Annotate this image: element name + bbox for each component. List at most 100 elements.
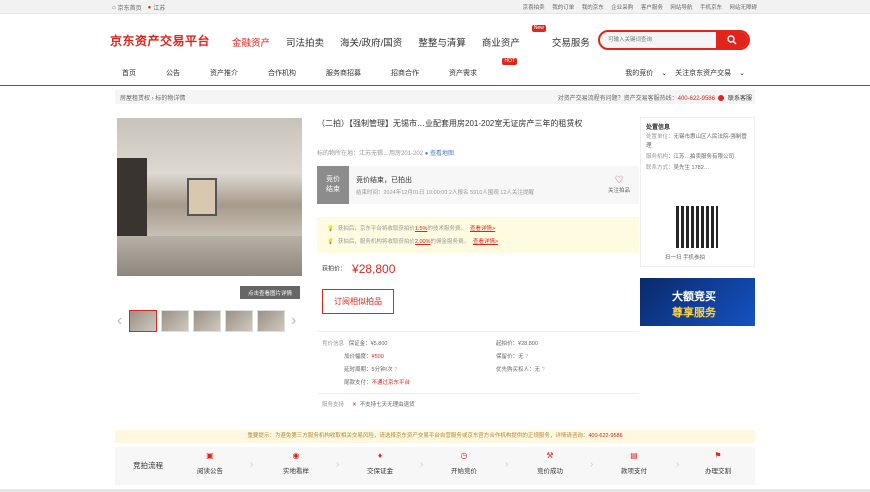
location-icon: ● <box>147 4 152 11</box>
nav-judicial[interactable]: 司法拍卖 <box>286 35 324 49</box>
sub-nav-right: 我的竞价 ⌄ 关注京东资产交易 ⌄ <box>617 68 745 78</box>
notice-text: 重要提示：为避免第三方服务机构收取相关交易风险，请选择京东资产交易平台自营服务或… <box>247 433 589 439</box>
sub-nav: 首页 公告 资产推介 合作机构 服务商招募 招商合作 资产需求 HOT <box>122 58 537 78</box>
flow-step-success: ⚒ 竞价成功 <box>520 451 580 475</box>
tip-detail-link[interactable]: 查看详情> <box>473 239 498 245</box>
qr-caption: 扫一扫 手机参拍 <box>665 255 706 261</box>
price-value: ¥28,800 <box>352 262 396 276</box>
nav-restructure[interactable]: 整整与清算 <box>418 35 466 49</box>
step-label: 开始竞价 <box>451 468 477 475</box>
deposit-value: ¥5,800 <box>370 341 388 347</box>
thumbnail[interactable] <box>193 310 221 332</box>
chevron-right-icon[interactable]: › <box>291 312 303 330</box>
top-link-auction[interactable]: 京喜拍卖 <box>523 5 545 11</box>
breadcrumb-root[interactable]: 房屋租赁权 <box>120 96 150 102</box>
site-logo[interactable]: 京东资产交易平台 <box>110 32 210 49</box>
service-support: 服务支持 ✕ 不支持七天无理由退货 <box>322 400 415 408</box>
home-icon: ⌂ <box>112 4 116 11</box>
reserve-price-value: 无 <box>518 354 524 360</box>
top-link-accessibility[interactable]: 网站无障碍 <box>729 5 757 11</box>
my-bids-link[interactable]: 我的竞价 <box>625 68 653 78</box>
thumbnail[interactable] <box>257 310 285 332</box>
tip-commission-fee: 💡 获拍后，服务机构将收取获拍价2.00%的佣金服务费。 查看详情> <box>327 237 498 245</box>
thumbnail[interactable] <box>225 310 253 332</box>
flow-title: 竞拍流程 <box>133 461 163 470</box>
delay-label: 延时周期： <box>344 367 372 373</box>
help-icon[interactable]: ? <box>394 367 397 373</box>
close-icon: ✕ <box>352 402 357 408</box>
nav-trade-service[interactable]: 交易服务 <box>552 35 590 49</box>
view-map-link[interactable]: 查看地图 <box>430 151 454 157</box>
help-phone: 400-622-9586 <box>677 96 715 102</box>
location-label[interactable]: 江苏 <box>153 3 165 12</box>
top-bar: ⌂ 京东首页 ● 江苏 京喜拍卖 我的订单 我的京东 企业采购 客户服务 网站导… <box>0 0 870 14</box>
thumbnail[interactable] <box>129 310 157 332</box>
subnav-announcement[interactable]: 公告 <box>166 68 180 78</box>
subnav-investment[interactable]: 招商合作 <box>391 68 419 78</box>
chevron-right-icon: › <box>420 459 424 470</box>
reserve-price-label: 保留价： <box>496 354 519 360</box>
subnav-asset-recommend[interactable]: 资产推介 <box>210 68 238 78</box>
status-tag: 竞价结束 <box>317 166 349 204</box>
chevron-right-icon: › <box>505 459 509 470</box>
search-box <box>598 30 750 50</box>
priority-buyer-value: 无 <box>534 367 541 373</box>
vip-service-banner[interactable]: 大额竞买 尊享服务 <box>640 278 755 326</box>
flow-step-read: ▣ 阅读公告 <box>180 451 240 475</box>
nav-customs[interactable]: 海关/政府/国资 <box>340 35 402 49</box>
start-price-label: 起拍价： <box>496 341 519 347</box>
breadcrumb: 房屋租赁权 › 标的物详情 <box>120 93 185 102</box>
photo-window <box>187 178 217 216</box>
top-link-myjd[interactable]: 我的京东 <box>582 5 604 11</box>
final-payment-value: 不通过京东平台 <box>371 380 411 386</box>
tip-text: 获拍后，服务机构将收取获拍价 <box>337 239 415 245</box>
top-link-orders[interactable]: 我的订单 <box>552 5 574 11</box>
top-link-mobile[interactable]: 手机京东 <box>700 5 722 11</box>
contact-service-link[interactable]: 联系客服 <box>728 96 752 102</box>
unit-label: 处置单位： <box>646 134 674 140</box>
top-link-service[interactable]: 客户服务 <box>641 5 663 11</box>
flow-step-payment: ▤ 款项支付 <box>604 451 664 475</box>
flow-step-deposit: ♦ 交保证金 <box>350 451 410 475</box>
subnav-demand[interactable]: 资产需求 HOT <box>449 58 517 78</box>
follow-item-button[interactable]: ♡ 关注拍品 <box>604 176 634 195</box>
chevron-right-icon: › <box>250 459 254 470</box>
fee-tips: 💡 获拍后，京东平台将收取获拍价1.5%的技术服务费。 查看详情> 💡 获拍后，服务机… <box>317 217 639 253</box>
important-notice: 重要提示：为避免第三方服务机构收取相关交易风险，请选择京东资产交易平台自营服务或… <box>115 430 755 443</box>
notice-phone: 400-622-9586 <box>588 433 623 439</box>
notice-icon: ▣ <box>206 451 214 460</box>
subscribe-similar-button[interactable]: 订阅相似拍品 <box>322 289 394 314</box>
bid-info-section: 竞价信息 <box>322 341 345 347</box>
top-link-sitemap[interactable]: 网站导航 <box>670 5 692 11</box>
follow-jd-link[interactable]: 关注京东资产交易 <box>675 68 731 78</box>
step-label: 阅读公告 <box>197 468 223 475</box>
view-image-detail-button[interactable]: 点击查看图片详情 <box>240 286 300 299</box>
clock-icon: ◷ <box>460 451 468 460</box>
search-button[interactable] <box>716 32 748 48</box>
help-line: 对资产交易流程有问题？资产交易客服热线：400-622-9586 联系客服 <box>558 93 752 102</box>
header-divider <box>0 85 870 86</box>
start-price-value: ¥28,800 <box>518 341 538 347</box>
tip-detail-link[interactable]: 查看详情> <box>470 226 495 232</box>
help-icon[interactable]: ? <box>525 354 528 360</box>
step-label: 办理交割 <box>705 468 731 475</box>
help-icon[interactable]: ? <box>542 367 545 373</box>
search-input[interactable] <box>600 32 718 48</box>
handover-icon: ⚑ <box>714 451 722 460</box>
main-photo[interactable] <box>117 118 302 276</box>
nav-commercial[interactable]: 商业资产 New <box>482 25 546 49</box>
subnav-home[interactable]: 首页 <box>122 68 136 78</box>
breadcrumb-current: 标的物详情 <box>155 96 186 102</box>
home-link[interactable]: 京东首页 <box>118 3 142 12</box>
subnav-recruit[interactable]: 服务商招募 <box>326 68 361 78</box>
tip-tail: 的技术服务费。 <box>427 226 466 232</box>
thumbnail[interactable] <box>161 310 189 332</box>
top-link-enterprise[interactable]: 企业采购 <box>611 5 633 11</box>
step-label: 竞价成功 <box>537 468 563 475</box>
money-bag-icon: ♦ <box>377 451 383 460</box>
subnav-partners[interactable]: 合作机构 <box>268 68 296 78</box>
qr-code <box>676 206 718 248</box>
chevron-left-icon[interactable]: ‹ <box>117 312 129 330</box>
nav-financial[interactable]: 金融资产 <box>232 35 270 49</box>
delay-value: 5分钟/次 <box>371 367 393 373</box>
